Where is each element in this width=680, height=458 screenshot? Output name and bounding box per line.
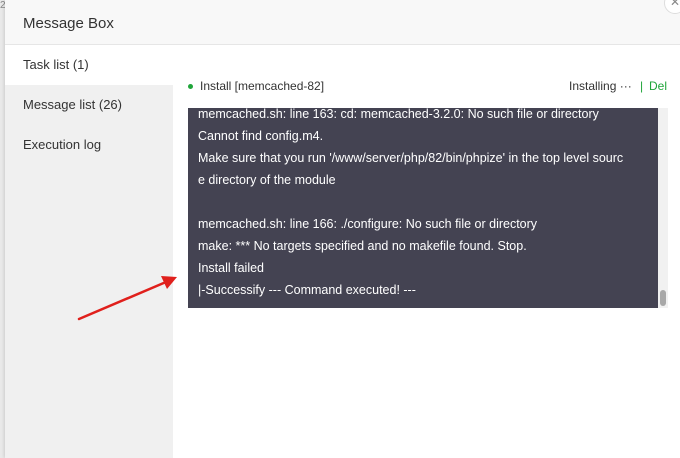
log-scrollbar[interactable]	[658, 108, 668, 308]
log-line: memcached.sh: line 163: cd: memcached-3.…	[198, 108, 599, 121]
log-line: make: *** No targets specified and no ma…	[198, 239, 527, 253]
sidebar-item-execution-log[interactable]: Execution log	[5, 125, 173, 165]
sidebar: Task list (1) Message list (26) Executio…	[5, 45, 173, 458]
task-status: Installing ···	[569, 79, 632, 93]
task-panel: Install [memcached-82] Installing ··· | …	[173, 45, 680, 458]
log-line: memcached.sh: line 166: ./configure: No …	[198, 217, 538, 231]
status-dot-icon	[188, 84, 193, 89]
log-scrollbar-thumb[interactable]	[660, 290, 666, 306]
log-line: Install failed	[198, 261, 265, 275]
dialog-title: Message Box	[23, 15, 114, 32]
message-box-dialog: Message Box ✕ Task list (1) Message list…	[5, 0, 680, 458]
log-line: |-Successify --- Command executed! ---	[198, 283, 416, 297]
log-line: e directory of the module	[198, 173, 336, 187]
sidebar-item-message-list[interactable]: Message list (26)	[5, 85, 173, 125]
delete-task-link[interactable]: Del	[649, 79, 667, 93]
log-line: Make sure that you run '/www/server/php/…	[198, 151, 624, 165]
install-log-console[interactable]: memcached.sh: line 163: cd: memcached-3.…	[188, 108, 668, 308]
dialog-titlebar: Message Box	[5, 0, 680, 45]
sidebar-item-task-list[interactable]: Task list (1)	[5, 45, 173, 85]
task-name: Install [memcached-82]	[200, 79, 325, 93]
task-separator: |	[640, 79, 644, 93]
log-line: Cannot find config.m4.	[198, 129, 324, 143]
